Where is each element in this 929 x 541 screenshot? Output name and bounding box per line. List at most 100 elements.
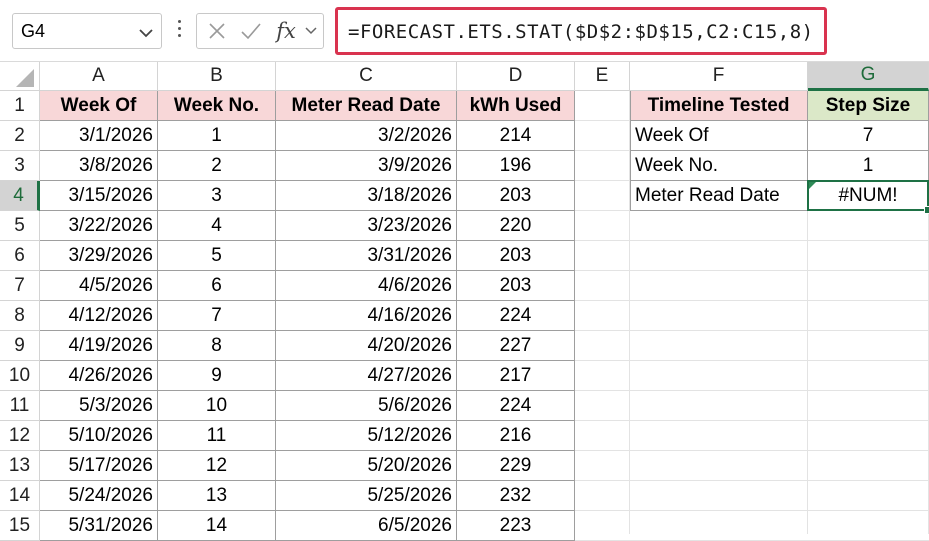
table-cell[interactable]: 4/27/2026	[276, 361, 457, 391]
row-header-3[interactable]: 3	[0, 151, 40, 181]
table-cell[interactable]: 224	[457, 301, 575, 331]
table-cell[interactable]: 14	[158, 511, 276, 541]
table-cell[interactable]: 5/10/2026	[40, 421, 158, 451]
table-cell[interactable]: 7	[158, 301, 276, 331]
insert-function-icon[interactable]: fx	[271, 14, 301, 48]
row-header-5[interactable]: 5	[0, 211, 40, 241]
table-cell[interactable]: 3/23/2026	[276, 211, 457, 241]
table-cell[interactable]: 3/1/2026	[40, 121, 158, 151]
table-cell[interactable]: Week No.	[630, 151, 808, 181]
table-cell[interactable]: Meter Read Date	[630, 181, 808, 211]
more-options-icon[interactable]	[172, 16, 186, 46]
table-cell[interactable]: 5/12/2026	[276, 421, 457, 451]
table-cell[interactable]: 7	[808, 121, 929, 151]
row-header-11[interactable]: 11	[0, 391, 40, 421]
table-cell[interactable]: 13	[158, 481, 276, 511]
table-cell[interactable]: 8	[158, 331, 276, 361]
table-header-cell[interactable]: kWh Used	[457, 91, 575, 121]
column-header-b[interactable]: B	[158, 62, 276, 91]
column-header-d[interactable]: D	[457, 62, 575, 91]
fill-handle[interactable]	[924, 206, 929, 214]
row-header-6[interactable]: 6	[0, 241, 40, 271]
row-header-15[interactable]: 15	[0, 511, 40, 541]
table-cell[interactable]: 5/31/2026	[40, 511, 158, 541]
table-cell[interactable]: 220	[457, 211, 575, 241]
row-header-9[interactable]: 9	[0, 331, 40, 361]
table-cell[interactable]: 227	[457, 331, 575, 361]
table-cell[interactable]: 3/31/2026	[276, 241, 457, 271]
table-cell[interactable]: 4	[158, 211, 276, 241]
table-cell[interactable]: 5/20/2026	[276, 451, 457, 481]
row-header-14[interactable]: 14	[0, 481, 40, 511]
table-cell[interactable]: 10	[158, 391, 276, 421]
table-cell[interactable]: 203	[457, 271, 575, 301]
row-header-8[interactable]: 8	[0, 301, 40, 331]
table-cell[interactable]: 5/24/2026	[40, 481, 158, 511]
row-header-7[interactable]: 7	[0, 271, 40, 301]
table-cell[interactable]: 3/29/2026	[40, 241, 158, 271]
table-cell[interactable]: 4/19/2026	[40, 331, 158, 361]
table-cell[interactable]: 9	[158, 361, 276, 391]
table-cell[interactable]: 224	[457, 391, 575, 421]
table-cell[interactable]: 196	[457, 151, 575, 181]
table-cell[interactable]: 1	[158, 121, 276, 151]
table-cell[interactable]: 3/22/2026	[40, 211, 158, 241]
table-cell[interactable]: 3/9/2026	[276, 151, 457, 181]
table-cell[interactable]: 203	[457, 241, 575, 271]
table-header-cell[interactable]: Timeline Tested	[630, 91, 808, 121]
table-header-cell[interactable]: Meter Read Date	[276, 91, 457, 121]
column-header-a[interactable]: A	[40, 62, 158, 91]
column-header-c[interactable]: C	[276, 62, 457, 91]
table-header-cell[interactable]: Week No.	[158, 91, 276, 121]
table-cell[interactable]: 5/25/2026	[276, 481, 457, 511]
table-cell[interactable]: 5/3/2026	[40, 391, 158, 421]
table-cell[interactable]: 214	[457, 121, 575, 151]
name-box[interactable]: G4	[12, 13, 162, 49]
table-cell[interactable]: Week Of	[630, 121, 808, 151]
chevron-down-icon[interactable]	[301, 14, 321, 48]
row-header-12[interactable]: 12	[0, 421, 40, 451]
table-cell[interactable]: 4/5/2026	[40, 271, 158, 301]
table-cell[interactable]: 5/17/2026	[40, 451, 158, 481]
table-header-cell[interactable]: Step Size	[808, 91, 929, 121]
column-header-f[interactable]: F	[630, 62, 808, 91]
table-cell[interactable]: 1	[808, 151, 929, 181]
enter-icon[interactable]	[235, 14, 267, 48]
table-cell[interactable]: 229	[457, 451, 575, 481]
table-cell[interactable]: 217	[457, 361, 575, 391]
chevron-down-icon[interactable]	[139, 25, 153, 43]
table-cell[interactable]: 3/2/2026	[276, 121, 457, 151]
table-cell[interactable]: 3	[158, 181, 276, 211]
table-cell[interactable]: 12	[158, 451, 276, 481]
table-cell[interactable]: 203	[457, 181, 575, 211]
table-cell[interactable]: 4/20/2026	[276, 331, 457, 361]
table-cell[interactable]: 232	[457, 481, 575, 511]
row-header-10[interactable]: 10	[0, 361, 40, 391]
row-header-4[interactable]: 4	[0, 181, 40, 211]
row-header-13[interactable]: 13	[0, 451, 40, 481]
table-cell[interactable]: 4/6/2026	[276, 271, 457, 301]
table-cell[interactable]: 3/8/2026	[40, 151, 158, 181]
table-cell[interactable]: 3/15/2026	[40, 181, 158, 211]
table-cell[interactable]: 6/5/2026	[276, 511, 457, 541]
table-cell[interactable]: 223	[457, 511, 575, 541]
column-header-e[interactable]: E	[575, 62, 630, 91]
name-box-value: G4	[21, 21, 46, 41]
cancel-icon[interactable]	[201, 14, 233, 48]
table-cell[interactable]: 2	[158, 151, 276, 181]
column-header-g[interactable]: G	[808, 62, 929, 91]
table-cell[interactable]: 216	[457, 421, 575, 451]
table-cell[interactable]: 5	[158, 241, 276, 271]
table-cell[interactable]: 4/12/2026	[40, 301, 158, 331]
row-header-1[interactable]: 1	[0, 91, 40, 121]
row-header-2[interactable]: 2	[0, 121, 40, 151]
table-header-cell[interactable]: Week Of	[40, 91, 158, 121]
table-cell[interactable]: 11	[158, 421, 276, 451]
table-cell[interactable]: 5/6/2026	[276, 391, 457, 421]
select-all-button[interactable]	[0, 62, 40, 91]
table-cell[interactable]: 4/26/2026	[40, 361, 158, 391]
table-cell[interactable]: 6	[158, 271, 276, 301]
formula-input[interactable]: =FORECAST.ETS.STAT($D$2:$D$15,C2:C15,8)	[335, 7, 827, 55]
table-cell[interactable]: 4/16/2026	[276, 301, 457, 331]
table-cell[interactable]: 3/18/2026	[276, 181, 457, 211]
